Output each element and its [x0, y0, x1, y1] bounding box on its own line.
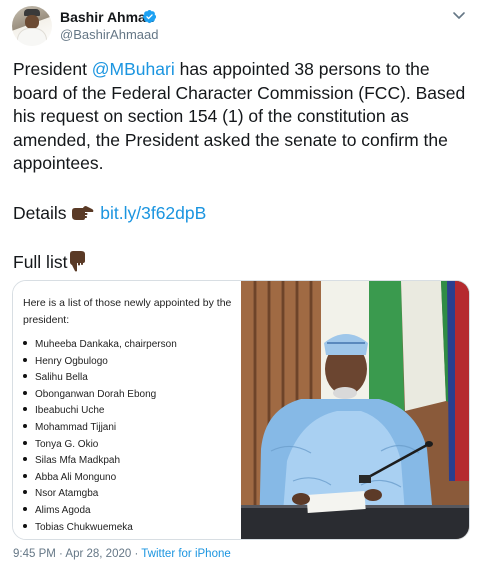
appointee-list: Muheeba Dankaka, chairperson Henry Ogbulo… [23, 337, 177, 536]
tweet-media[interactable]: Here is a list of those newly appointed … [12, 280, 470, 540]
bullet-icon [23, 490, 27, 495]
appointee-name: Silas Mfa Madkpah [35, 455, 121, 467]
appointee-name: Alims Agoda [35, 504, 91, 516]
appointee-item: Henry Ogbulogo [23, 354, 177, 371]
details-link[interactable]: bit.ly/3f62dpB [100, 203, 206, 223]
appointee-item: Salihu Bella [23, 370, 177, 387]
appointee-item: Tonya G. Okio [23, 437, 177, 454]
list-title: Here is a list of those newly appointed … [23, 297, 232, 326]
appointee-item: Silas Mfa Madkpah [23, 453, 177, 470]
appointee-item: Nsor Atamgba [23, 486, 177, 503]
appointee-item: Tobias Chukwuemeka [23, 520, 177, 537]
source-link[interactable]: Twitter for iPhone [141, 548, 230, 560]
appointee-item: Ibeabuchi Uche [23, 403, 177, 420]
bullet-icon [23, 374, 27, 379]
timestamp-text[interactable]: 9:45 PM · Apr 28, 2020 · [13, 548, 141, 560]
appointee-item: Mohammad Tijjani [23, 420, 177, 437]
appointee-name: Salihu Bella [35, 372, 88, 384]
full-list-line: Full list [13, 250, 87, 273]
appointee-item: Abba Ali Monguno [23, 470, 177, 487]
appointee-name: Abba Ali Monguno [35, 471, 117, 483]
appointee-item: Muheeba Dankaka, chairperson [23, 337, 177, 354]
appointee-item: Obonganwan Dorah Ebong [23, 387, 177, 404]
pointing-right-hand-icon [72, 206, 94, 220]
bullet-icon [23, 407, 27, 412]
appointee-item: Alims Agoda [23, 503, 177, 520]
bullet-icon [23, 423, 27, 428]
pointing-down-hand-icon [70, 251, 86, 272]
president-photo [241, 281, 469, 539]
bullet-icon [23, 390, 27, 395]
full-list-label: Full list [13, 252, 68, 272]
bullet-icon [23, 357, 27, 362]
bullet-icon [23, 473, 27, 478]
appointee-name: Nsor Atamgba [35, 488, 99, 500]
avatar[interactable] [12, 6, 52, 46]
appointee-name: Tonya G. Okio [35, 438, 99, 450]
bullet-icon [23, 440, 27, 445]
tweet-card: Bashir Ahmad @BashirAhmaad President @MB… [0, 0, 484, 565]
tweet-text-prefix: President [13, 59, 92, 79]
appointee-name: Tobias Chukwuemeka [35, 521, 133, 533]
bullet-icon [23, 457, 27, 462]
verified-badge-icon [142, 9, 157, 24]
author-handle[interactable]: @BashirAhmaad [60, 27, 158, 42]
bullet-icon [23, 341, 27, 345]
appointee-name: Mohammad Tijjani [35, 421, 117, 433]
chevron-down-icon[interactable] [451, 7, 467, 23]
details-line: Details bit.ly/3f62dpB [13, 203, 206, 224]
mention-link[interactable]: @MBuhari [92, 59, 175, 79]
bullet-icon [23, 523, 27, 528]
tweet-body: President @MBuhari has appointed 38 pers… [13, 58, 475, 176]
appointee-name: Obonganwan Dorah Ebong [35, 388, 157, 400]
tweet-timestamp: 9:45 PM · Apr 28, 2020 · Twitter for iPh… [13, 548, 231, 560]
appointee-name: Henry Ogbulogo [35, 355, 108, 367]
appointee-name: Muheeba Dankaka, chairperson [35, 339, 177, 350]
appointee-list-image: Here is a list of those newly appointed … [13, 281, 241, 539]
details-label: Details [13, 203, 67, 223]
appointee-name: Ibeabuchi Uche [35, 405, 105, 417]
author-name[interactable]: Bashir Ahmad [60, 9, 154, 25]
bullet-icon [23, 506, 27, 511]
